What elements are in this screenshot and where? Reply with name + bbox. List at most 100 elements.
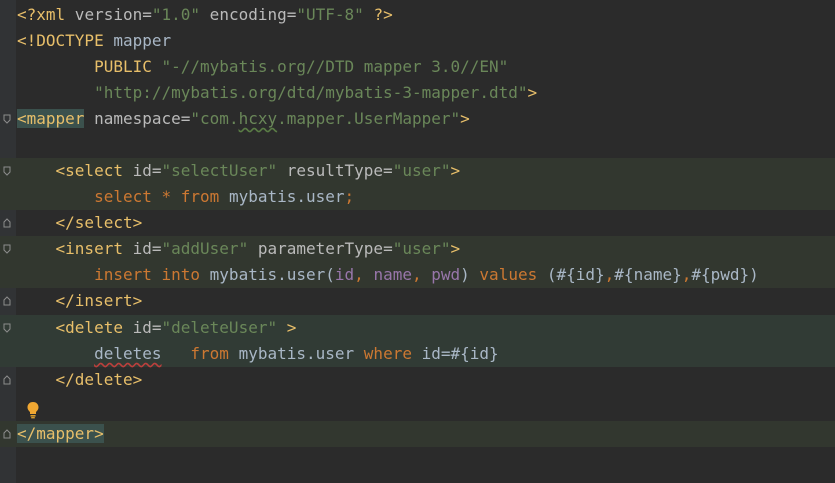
code-token: resultType= [277,161,393,180]
code-editor[interactable]: <?xml version="1.0" encoding="UTF-8" ?> … [0,0,835,483]
line-content: <mapper namespace="com.hcxy.mapper.UserM… [17,106,470,132]
code-token: , [354,265,364,284]
line-content: select * from mybatis.user; [17,184,354,210]
line-content: <!DOCTYPE mapper [17,28,171,54]
code-token: mybatis.user [219,187,345,206]
line-content: <insert id="addUser" parameterType="user… [17,236,461,262]
code-token: ?> [363,5,393,24]
code-line-7[interactable]: <select id="selectUser" resultType="user… [0,158,835,184]
code-token: into [161,265,201,284]
code-token: * [161,187,172,206]
code-token: mybatis.user( [200,265,335,284]
fold-end-marker-icon[interactable] [3,375,11,385]
code-token: "user" [392,239,451,258]
code-token: <select [55,161,123,180]
code-token: ; [344,187,355,206]
code-line-11[interactable]: insert into mybatis.user(id, name, pwd) … [0,262,835,288]
code-token: "UTF-8" [296,5,364,24]
line-content: </select> [17,210,143,236]
code-token: parameterType= [248,239,393,258]
line-content: </delete> [17,367,143,393]
code-line-10[interactable]: <insert id="addUser" parameterType="user… [0,236,835,262]
line-content: <?xml version="1.0" encoding="UTF-8" ?> [17,2,393,28]
fold-end-marker-icon[interactable] [3,296,11,306]
fold-end-marker-icon[interactable] [3,429,11,439]
fold-marker-icon[interactable] [3,323,11,333]
code-token: version= [65,5,152,24]
code-token: id= [122,318,162,337]
code-line-2[interactable]: <!DOCTYPE mapper [0,28,835,54]
code-token: name [373,265,412,284]
code-token: encoding= [200,5,297,24]
code-line-3[interactable]: PUBLIC "-//mybatis.org//DTD mapper 3.0//… [0,54,835,80]
code-token: id= [122,239,162,258]
fold-marker-icon[interactable] [3,114,11,124]
code-token: "selectUser" [161,161,278,180]
code-line-12[interactable]: </insert> [0,288,835,314]
code-line-5[interactable]: <mapper namespace="com.hcxy.mapper.UserM… [0,106,835,132]
line-content: </insert> [17,288,143,314]
code-token: deletes [94,344,162,363]
fold-end-marker-icon[interactable] [3,218,11,228]
code-line-4[interactable]: "http://mybatis.org/dtd/mybatis-3-mapper… [0,80,835,106]
code-token: #{name} [614,265,682,284]
code-token: </insert> [55,291,143,310]
line-content: <delete id="deleteUser" > [17,315,297,341]
code-token: > [450,161,461,180]
code-token: </mapper> [17,424,104,443]
code-token: "1.0" [151,5,201,24]
code-line-6[interactable] [0,132,835,158]
fold-marker-icon[interactable] [3,166,11,176]
code-token: from [190,344,229,363]
lightbulb-icon[interactable] [25,401,41,419]
code-line-15[interactable]: </delete> [0,367,835,393]
code-token: , [411,265,422,284]
code-line-16[interactable] [0,393,835,419]
code-line-14[interactable]: deletes from mybatis.user where id=#{id} [0,341,835,367]
code-token: > [450,239,461,258]
code-token: "deleteUser" [161,318,278,337]
code-token: id=#{id} [411,344,499,363]
code-line-9[interactable]: </select> [0,210,835,236]
code-token: select [94,187,152,206]
code-token: <!DOCTYPE [17,31,104,50]
code-line-1[interactable]: <?xml version="1.0" encoding="UTF-8" ?> [0,2,835,28]
code-token: "http://mybatis.org/dtd/mybatis-3-mapper… [94,83,528,102]
code-line-17[interactable]: </mapper> [0,421,835,447]
line-content: "http://mybatis.org/dtd/mybatis-3-mapper… [17,80,537,106]
code-token: > [277,318,297,337]
code-token: .mapper.UserMapper" [277,109,461,128]
code-token: "user" [392,161,451,180]
fold-marker-icon[interactable] [3,244,11,254]
code-token: <insert [55,239,123,258]
code-token: > [460,109,470,128]
code-token: namespace= [84,109,191,128]
code-token: , [681,265,692,284]
code-token: hcxy [238,109,278,128]
code-token: "addUser" [161,239,249,258]
code-line-13[interactable]: <delete id="deleteUser" > [0,315,835,341]
code-token: </select> [55,213,143,232]
line-content: </mapper> [17,421,104,447]
code-token: </delete> [55,370,143,389]
code-token: #{pwd}) [691,265,759,284]
code-token: <delete [55,318,123,337]
code-token: "-//mybatis.org//DTD mapper 3.0//EN" [161,57,509,76]
code-token: , [604,265,615,284]
code-line-8[interactable]: select * from mybatis.user; [0,184,835,210]
line-content: deletes from mybatis.user where id=#{id} [17,341,499,367]
